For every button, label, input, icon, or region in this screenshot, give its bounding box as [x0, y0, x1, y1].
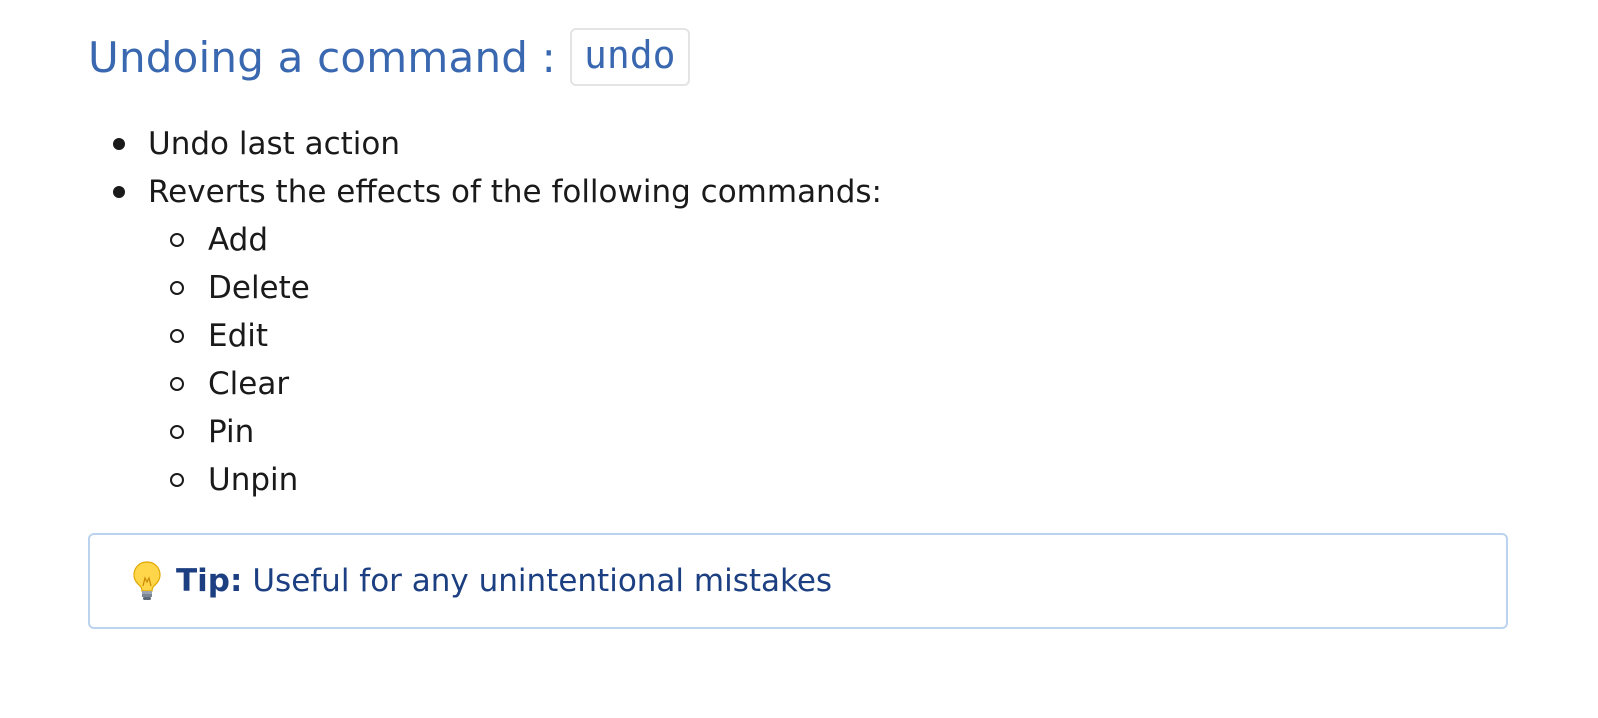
- section-heading: Undoing a command : undo: [88, 28, 690, 86]
- sub-list-item: Clear: [88, 360, 882, 408]
- bullet-dot-icon: [113, 186, 125, 198]
- tip-text: Useful for any unintentional mistakes: [252, 563, 833, 599]
- lightbulb-icon: [133, 561, 161, 600]
- hollow-bullet-icon: [170, 281, 184, 295]
- sub-item-text: Clear: [208, 366, 290, 402]
- list-item-text: Reverts the effects of the following com…: [148, 174, 882, 210]
- hollow-bullet-icon: [170, 233, 184, 247]
- sub-list-item: Delete: [88, 264, 882, 312]
- sub-list-item: Edit: [88, 312, 882, 360]
- sub-item-text: Add: [208, 222, 269, 258]
- sub-list-item: Pin: [88, 408, 882, 456]
- bullet-list: Undo last action Reverts the effects of …: [88, 120, 882, 504]
- sub-item-text: Delete: [208, 270, 310, 306]
- hollow-bullet-icon: [170, 425, 184, 439]
- list-item: Reverts the effects of the following com…: [88, 168, 882, 504]
- sub-item-text: Unpin: [208, 462, 299, 498]
- list-item-row: Reverts the effects of the following com…: [88, 168, 882, 216]
- section-title: Undoing a command :: [88, 32, 557, 82]
- list-item: Undo last action: [88, 120, 882, 168]
- sub-item-text: Edit: [208, 318, 269, 354]
- hollow-bullet-icon: [170, 377, 184, 391]
- sub-item-text: Pin: [208, 414, 255, 450]
- sub-list: Add Delete Edit Clear Pin Unpin: [88, 216, 882, 504]
- list-item-text: Undo last action: [148, 126, 401, 162]
- command-code: undo: [570, 28, 690, 86]
- sub-list-item: Add: [88, 216, 882, 264]
- bullet-dot-icon: [113, 138, 125, 150]
- sub-list-item: Unpin: [88, 456, 882, 504]
- tip-callout: Tip: Useful for any unintentional mistak…: [88, 533, 1508, 629]
- hollow-bullet-icon: [170, 329, 184, 343]
- hollow-bullet-icon: [170, 473, 184, 487]
- tip-label: Tip:: [176, 563, 243, 599]
